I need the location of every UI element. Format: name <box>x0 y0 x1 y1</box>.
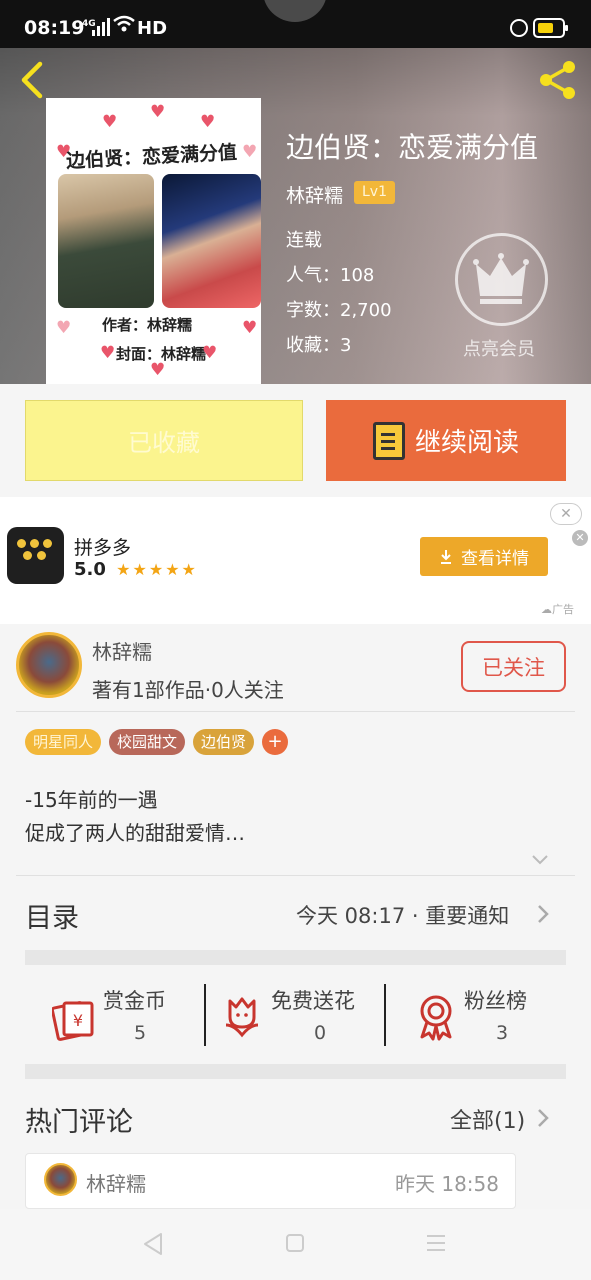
book-intro: -15年前的一遇 促成了两人的甜甜爱情… <box>25 784 245 850</box>
book-author[interactable]: 林辞糯 <box>286 181 343 208</box>
comment-time: 昨天 18:58 <box>395 1172 499 1196</box>
ad-rating-value: 5.0 <box>74 559 106 580</box>
intro-line: -15年前的一遇 <box>25 788 158 812</box>
chevron-right-icon[interactable] <box>536 1107 550 1129</box>
divider <box>16 711 575 712</box>
stat-label: 粉丝榜 <box>464 989 527 1013</box>
book-icon <box>372 421 405 460</box>
book-word-count: 字数：2,700 <box>286 300 392 321</box>
tag-item[interactable]: 校园甜文 <box>109 729 186 755</box>
heart-icon: ♥ <box>150 102 166 122</box>
heart-icon: ♥ <box>242 318 258 338</box>
tag-item[interactable]: 边伯贤 <box>193 729 255 755</box>
catalog-latest-chapter[interactable]: 今天 08:17 · 重要通知 <box>296 900 509 930</box>
red-envelope-icon: ¥ <box>52 1001 94 1041</box>
signal-icon <box>92 18 110 36</box>
section-separator <box>25 950 566 965</box>
svg-text:¥: ¥ <box>73 1011 83 1030</box>
ad-tag: ☁广告 <box>541 603 574 616</box>
cover-title: 边伯贤：恋爱满分值 <box>65 141 238 173</box>
book-header: 08:19 4G HD ♥ ♥ ♥ ♥ ♥ 边伯贤：恋爱满分值 ♥ ♥ 作者：林… <box>0 0 591 384</box>
ad-rating: 5.0 ★★★★★ <box>74 559 198 580</box>
download-icon <box>441 549 451 564</box>
cover-photo-right <box>162 174 261 308</box>
ad-tag-label: 广告 <box>552 603 574 616</box>
ad-dismiss-icon[interactable]: ✕ <box>572 530 588 546</box>
back-icon[interactable] <box>14 58 50 102</box>
stat-value: 0 <box>314 1022 327 1044</box>
add-tag-button[interactable]: + <box>262 729 289 755</box>
favorite-label: 已收藏 <box>128 429 200 457</box>
follow-button[interactable]: 已关注 <box>461 641 566 692</box>
status-time: 08:19 <box>24 17 85 39</box>
stat-value: 5 <box>134 1022 147 1044</box>
cover-photo-left <box>58 174 154 308</box>
action-bar: 已收藏 继续阅读 <box>0 384 591 497</box>
medal-icon <box>420 995 452 1041</box>
tag-list: 明星同人 校园甜文 边伯贤 + <box>25 729 289 755</box>
crown-icon[interactable] <box>455 233 548 326</box>
heart-icon: ♥ <box>56 318 72 338</box>
wifi-icon <box>113 15 135 38</box>
stat-free-flowers[interactable]: 免费送花 0 <box>222 985 372 1047</box>
chevron-right-icon[interactable] <box>536 903 550 925</box>
nav-menu-icon[interactable] <box>425 1233 447 1253</box>
author-avatar[interactable] <box>16 632 82 698</box>
author-description: 著有1部作品·0人关注 <box>92 678 284 702</box>
heart-icon: ♥ <box>150 360 166 380</box>
book-title: 边伯贤：恋爱满分值 <box>286 131 539 164</box>
star-rating-icon: ★★★★★ <box>116 560 198 579</box>
tag-item[interactable]: 明星同人 <box>25 729 102 755</box>
battery-icon <box>533 18 568 38</box>
divider <box>16 875 575 876</box>
favorite-button[interactable]: 已收藏 <box>25 400 303 481</box>
all-comments-link[interactable]: 全部(1) <box>450 1103 525 1135</box>
vip-label[interactable]: 点亮会员 <box>463 335 535 361</box>
avatar[interactable] <box>44 1163 77 1196</box>
stat-label: 免费送花 <box>271 989 355 1013</box>
flower-icon <box>225 997 259 1038</box>
system-nav-bar <box>0 1209 591 1280</box>
sync-icon <box>510 19 528 37</box>
vertical-divider <box>204 984 206 1046</box>
section-separator <box>25 1064 566 1079</box>
vertical-divider <box>384 984 386 1046</box>
book-status: 连载 <box>286 230 322 251</box>
hd-label: HD <box>137 18 168 39</box>
stat-fan-ranking[interactable]: 粉丝榜 3 <box>414 985 564 1047</box>
comment-user[interactable]: 林辞糯 <box>86 1168 146 1197</box>
catalog-title[interactable]: 目录 <box>25 896 79 935</box>
ad-details-label: 查看详情 <box>461 549 529 569</box>
hot-comments-title: 热门评论 <box>25 1107 133 1138</box>
app-icon <box>7 527 64 584</box>
author-name: 林辞糯 <box>92 640 152 664</box>
cover-author: 作者：林辞糯 <box>102 316 193 334</box>
heart-icon: ♥ <box>202 343 218 363</box>
follow-label: 已关注 <box>482 655 545 680</box>
stat-label: 赏金币 <box>103 989 166 1013</box>
author-card[interactable]: 林辞糯 著有1部作品·0人关注 已关注 <box>0 624 591 714</box>
intro-line: 促成了两人的甜甜爱情… <box>25 821 245 845</box>
heart-icon: ♥ <box>100 343 116 363</box>
stat-reward-coins[interactable]: ¥ 赏金币 5 <box>50 985 190 1047</box>
book-favorites: 收藏：3 <box>286 335 352 356</box>
book-cover[interactable]: ♥ ♥ ♥ ♥ ♥ 边伯贤：恋爱满分值 ♥ ♥ 作者：林辞糯 ♥ 封面：林辞糯 … <box>46 98 261 384</box>
ad-close-button[interactable]: ✕ <box>550 503 582 525</box>
continue-reading-button[interactable]: 继续阅读 <box>326 400 566 481</box>
book-popularity: 人气：108 <box>286 265 375 286</box>
continue-reading-label: 继续阅读 <box>414 428 519 458</box>
nav-back-icon[interactable] <box>142 1231 164 1257</box>
ad-app-name: 拼多多 <box>74 537 132 559</box>
stat-value: 3 <box>496 1022 509 1044</box>
heart-icon: ♥ <box>102 112 118 132</box>
ad-details-button[interactable]: 查看详情 <box>420 537 548 576</box>
author-level-badge: Lv1 <box>354 181 395 204</box>
heart-icon: ♥ <box>242 142 258 162</box>
comment-card[interactable]: 林辞糯 昨天 18:58 <box>25 1153 516 1209</box>
nav-home-icon[interactable] <box>285 1233 305 1253</box>
heart-icon: ♥ <box>200 112 216 132</box>
ad-banner[interactable]: ✕ ✕ 拼多多 5.0 ★★★★★ 查看详情 ☁广告 <box>0 497 591 624</box>
chevron-down-icon[interactable] <box>530 850 550 870</box>
share-icon[interactable] <box>536 58 580 102</box>
